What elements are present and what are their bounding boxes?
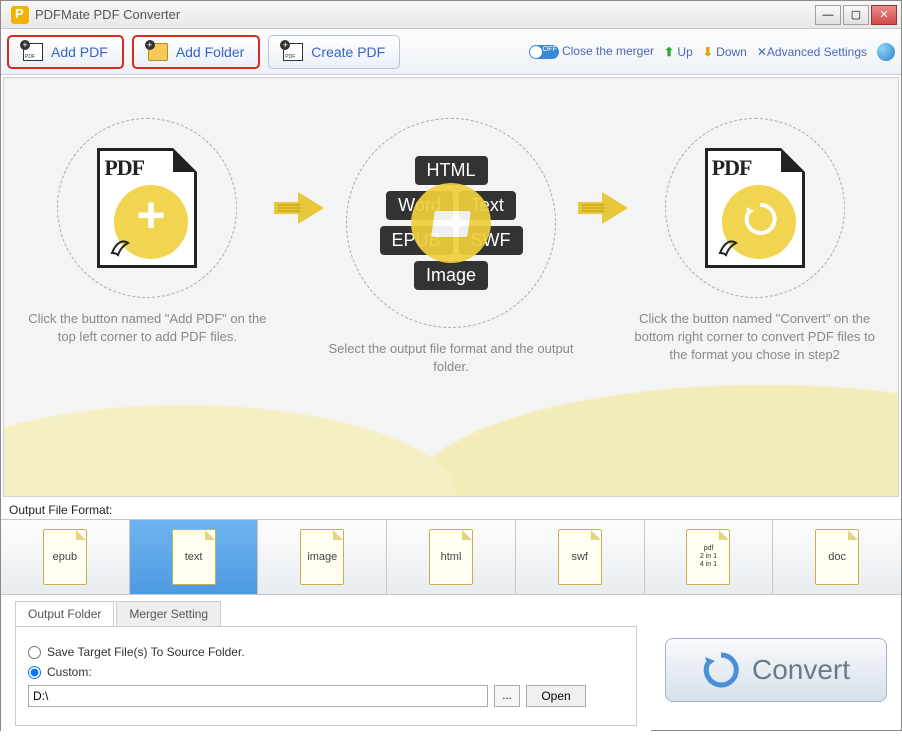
pdf-add-illustration: PDF +: [97, 148, 197, 268]
pdf-icon: [283, 43, 303, 61]
radio-custom-input[interactable]: [28, 666, 41, 679]
app-logo-icon: [11, 6, 29, 24]
convert-label: Convert: [752, 654, 850, 686]
folder-plus-icon: [148, 43, 168, 61]
titlebar: PDFMate PDF Converter — ▢ ✕: [1, 1, 901, 29]
adobe-swirl-icon: [108, 235, 132, 259]
browse-button[interactable]: ...: [494, 685, 520, 707]
radio-save-to-source[interactable]: Save Target File(s) To Source Folder.: [28, 645, 624, 659]
format-pdf-nup[interactable]: pdf2 in 14 in 1: [645, 520, 774, 594]
sync-icon: [742, 201, 778, 237]
radio-save-to-source-input[interactable]: [28, 646, 41, 659]
tag-image: Image: [414, 261, 488, 290]
close-button[interactable]: ✕: [871, 5, 897, 25]
output-format-label: Output File Format:: [1, 499, 901, 519]
convert-button[interactable]: Convert: [665, 638, 887, 702]
step3-caption: Click the button named "Convert" on the …: [631, 310, 878, 365]
tag-html: HTML: [415, 156, 488, 185]
format-doc[interactable]: doc: [773, 520, 901, 594]
tab-merger-setting[interactable]: Merger Setting: [116, 601, 221, 626]
format-swf[interactable]: swf: [516, 520, 645, 594]
create-pdf-button[interactable]: Create PDF: [268, 35, 400, 69]
format-epub[interactable]: epub: [1, 520, 130, 594]
move-down-button[interactable]: ⬇ Down: [703, 45, 747, 59]
output-path-input[interactable]: [28, 685, 488, 707]
advanced-settings-button[interactable]: ✕Advanced Settings: [757, 45, 867, 59]
app-title: PDFMate PDF Converter: [35, 7, 180, 22]
tab-output-folder[interactable]: Output Folder: [15, 601, 114, 626]
add-folder-button[interactable]: Add Folder: [132, 35, 260, 69]
open-folder-button[interactable]: Open: [526, 685, 586, 707]
create-pdf-label: Create PDF: [311, 44, 385, 60]
format-text[interactable]: text: [130, 520, 259, 594]
adobe-swirl-icon: [716, 235, 740, 259]
add-pdf-label: Add PDF: [51, 44, 108, 60]
convert-icon: [702, 651, 740, 689]
arrow-right-icon: [574, 188, 631, 228]
format-image[interactable]: image: [258, 520, 387, 594]
pdf-plus-icon: [23, 43, 43, 61]
step2-caption: Select the output file format and the ou…: [328, 340, 575, 376]
pdf-convert-illustration: PDF: [705, 148, 805, 268]
format-strip: epub text image html swf pdf2 in 14 in 1…: [1, 519, 901, 595]
step-select-format: HTML Word Text EPUB SWF Image Select the…: [328, 118, 575, 376]
step-convert: PDF Click the button named "Convert" on …: [631, 118, 878, 365]
main-area: PDF + Click the button named "Add PDF" o…: [3, 77, 899, 497]
step-add-pdf: PDF + Click the button named "Add PDF" o…: [24, 118, 271, 346]
add-folder-label: Add Folder: [176, 44, 244, 60]
radio-custom[interactable]: Custom:: [28, 665, 624, 679]
output-folder-panel: Save Target File(s) To Source Folder. Cu…: [15, 626, 637, 726]
help-icon[interactable]: [877, 43, 895, 61]
folder-center-icon: [411, 183, 491, 263]
move-up-button[interactable]: ⬆ Up: [664, 45, 693, 59]
toolbar: Add PDF Add Folder Create PDF Close the …: [1, 29, 901, 75]
arrow-up-icon: ⬆: [664, 45, 674, 59]
arrow-right-icon: [271, 188, 328, 228]
close-merger-toggle[interactable]: Close the merger: [529, 44, 654, 59]
step1-caption: Click the button named "Add PDF" on the …: [24, 310, 271, 346]
toggle-off-icon: [529, 45, 559, 59]
minimize-button[interactable]: —: [815, 5, 841, 25]
format-html[interactable]: html: [387, 520, 516, 594]
maximize-button[interactable]: ▢: [843, 5, 869, 25]
arrow-down-icon: ⬇: [703, 45, 713, 59]
add-pdf-button[interactable]: Add PDF: [7, 35, 124, 69]
